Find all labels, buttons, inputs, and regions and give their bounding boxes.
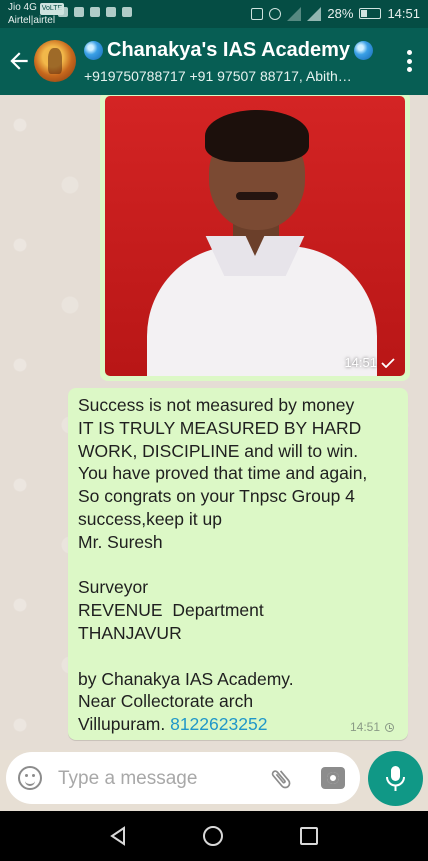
image-message-time: 14:51 <box>344 355 395 370</box>
battery-icon <box>359 8 382 19</box>
sent-check-icon <box>381 357 395 368</box>
message-text: Success is not measured by money IT IS T… <box>78 394 398 736</box>
image-icon <box>90 7 100 17</box>
carrier-info: Jio 4G VoLTE Airtel|airtel <box>8 2 65 27</box>
battery-percent: 28% <box>327 6 354 21</box>
carrier-top: Jio 4G <box>8 2 37 13</box>
mic-icon <box>386 766 405 791</box>
clock-time: 14:51 <box>387 6 420 21</box>
hotspot-icon <box>122 7 132 17</box>
pending-clock-icon <box>385 722 394 732</box>
nav-recents-icon[interactable] <box>300 827 318 845</box>
chat-title: Chanakya's IAS Academy <box>107 39 351 61</box>
sim-icon <box>106 7 116 17</box>
vibrate-icon <box>251 7 264 20</box>
back-arrow-icon[interactable] <box>6 48 32 74</box>
signal-icon <box>307 6 322 21</box>
message-body: Success is not measured by money IT IS T… <box>78 395 368 735</box>
youtube-icon <box>74 7 84 17</box>
attach-icon[interactable] <box>268 766 294 792</box>
camera-icon[interactable] <box>321 767 345 789</box>
phone-link[interactable]: 8122623252 <box>170 714 267 734</box>
image-message[interactable]: 14:51 <box>100 95 410 381</box>
text-message-time: 14:51 <box>350 720 394 734</box>
nav-back-icon[interactable] <box>108 826 128 846</box>
system-nav-bar <box>0 811 428 861</box>
signal-icon <box>287 6 302 21</box>
voice-record-button[interactable] <box>368 751 423 806</box>
emoji-icon[interactable] <box>18 766 42 790</box>
chat-title-row[interactable]: Chanakya's IAS Academy <box>84 39 374 62</box>
notification-icon <box>58 7 68 17</box>
chat-header: Chanakya's IAS Academy +919750788717 +91… <box>0 28 428 95</box>
group-avatar[interactable] <box>34 40 76 82</box>
text-message[interactable]: Success is not measured by money IT IS T… <box>68 388 408 740</box>
status-right: 28% 14:51 <box>251 6 420 21</box>
chat-area[interactable]: 14:51 Success is not measured by money I… <box>0 95 428 750</box>
globe-icon <box>354 41 374 60</box>
alarm-icon <box>269 7 282 20</box>
notification-icons <box>58 7 132 17</box>
message-input[interactable] <box>56 764 260 794</box>
nav-home-icon[interactable] <box>203 826 223 846</box>
globe-icon <box>84 41 103 60</box>
status-bar: Jio 4G VoLTE Airtel|airtel 28% 14:51 <box>0 0 428 28</box>
carrier-bottom: Airtel|airtel <box>8 15 56 26</box>
more-options-icon[interactable] <box>406 50 412 72</box>
message-photo[interactable]: 14:51 <box>105 96 405 376</box>
message-composer <box>6 752 360 804</box>
chat-participants[interactable]: +919750788717 +91 97507 88717, Abith… <box>84 68 382 84</box>
